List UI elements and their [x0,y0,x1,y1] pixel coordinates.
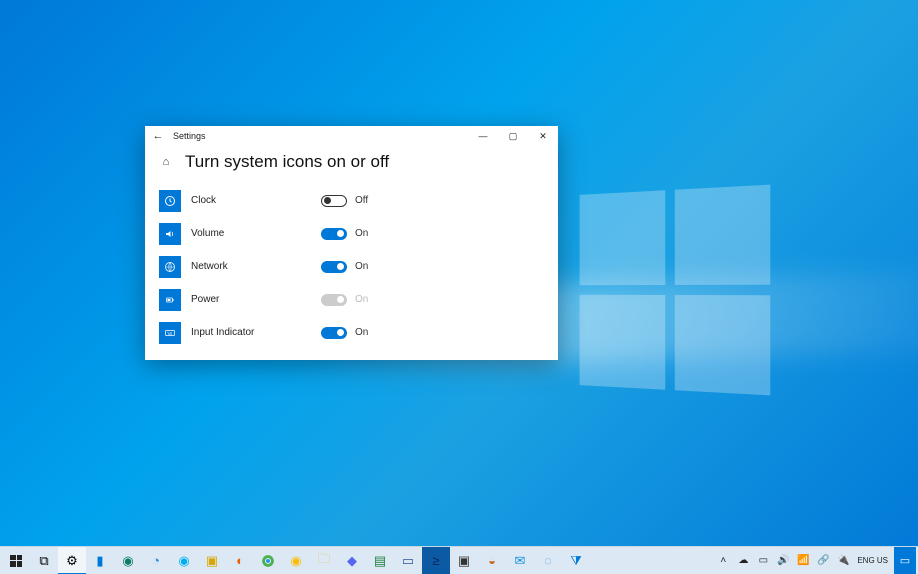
option-label: Power [191,294,321,305]
maximize-button[interactable]: ▢ [498,126,528,146]
option-label: Network [191,261,321,272]
option-label: Clock [191,195,321,206]
toggle-state-text: On [355,294,368,305]
home-icon[interactable]: ⌂ [159,156,173,168]
taskbar-app-taskmgr[interactable]: ▤ [366,547,394,574]
options-list: Clock Off Volume On Network On Power [145,184,558,349]
desktop-windows-logo [580,185,771,396]
toggle-state-text: On [355,228,368,239]
minimize-button[interactable]: — [468,126,498,146]
settings-window: ← Settings — ▢ ✕ ⌂ Turn system icons on … [145,126,558,360]
clock-icon [159,190,181,212]
toggle-state-text: On [355,261,368,272]
taskbar-app-settings[interactable]: ⚙ [58,547,86,574]
taskbar-app-misc2[interactable]: ◌ [534,547,562,574]
tray-meet-icon[interactable]: ▭ [753,547,773,574]
window-titlebar: ← Settings — ▢ ✕ [145,126,558,146]
tray-chevron-up-icon[interactable]: ˄ [713,547,733,574]
option-row-power: Power On [159,283,544,316]
window-title: Settings [171,131,468,141]
toggle-network[interactable] [321,261,347,273]
tray-volume-icon[interactable]: 🔊 [773,547,793,574]
tray-power-icon[interactable]: 🔌 [833,547,853,574]
page-title: Turn system icons on or off [185,152,389,172]
tray-network-icon[interactable]: 📶 [793,547,813,574]
option-row-clock: Clock Off [159,184,544,217]
close-button[interactable]: ✕ [528,126,558,146]
tray-link-icon[interactable]: 🔗 [813,547,833,574]
action-center-button[interactable]: ▭ [894,547,916,574]
volume-icon [159,223,181,245]
toggle-state-text: Off [355,195,368,206]
toggle-clock[interactable] [321,195,347,207]
toggle-volume[interactable] [321,228,347,240]
page-heading-row: ⌂ Turn system icons on or off [145,146,558,184]
toggle-state-text: On [355,327,368,338]
toggle-power [321,294,347,306]
network-icon [159,256,181,278]
taskbar: ⧉ ⚙ ▮ ◉ ◔ ◉ ▣ ◐ ◉ 🗀 ◆ ▤ ▭ ≥ ▣ ◒ ✉ ◌ ⧩ ˄ … [0,546,918,574]
taskbar-app-terminal[interactable]: ▣ [450,547,478,574]
option-row-input-indicator: Input Indicator On [159,316,544,349]
taskbar-app-canary[interactable]: ◉ [282,547,310,574]
power-icon [159,289,181,311]
taskbar-app-explorer[interactable]: 🗀 [310,547,338,574]
toggle-input-indicator[interactable] [321,327,347,339]
option-row-network: Network On [159,250,544,283]
taskbar-app-discord[interactable]: ◆ [338,547,366,574]
start-button[interactable] [2,547,30,574]
taskbar-app-powershell[interactable]: ≥ [422,547,450,574]
system-tray: ˄ ☁ ▭ 🔊 📶 🔗 🔌 ENG US ▭ [713,547,916,574]
taskbar-app-misc1[interactable]: ◒ [478,547,506,574]
taskbar-app-teams[interactable]: ◔ [142,547,170,574]
taskbar-app-sandbox[interactable]: ▣ [198,547,226,574]
taskbar-app-skype[interactable]: ◉ [170,547,198,574]
taskbar-app-firefox[interactable]: ◐ [226,547,254,574]
keyboard-icon [159,322,181,344]
task-view-button[interactable]: ⧉ [30,547,58,574]
taskbar-app-word[interactable]: ▭ [394,547,422,574]
option-label: Volume [191,228,321,239]
taskbar-app-notepad[interactable]: ▮ [86,547,114,574]
taskbar-app-edge[interactable]: ◉ [114,547,142,574]
tray-onedrive-icon[interactable]: ☁ [733,547,753,574]
option-row-volume: Volume On [159,217,544,250]
back-button[interactable]: ← [145,130,171,142]
taskbar-app-mail[interactable]: ✉ [506,547,534,574]
tray-language-indicator[interactable]: ENG US [853,556,892,565]
option-label: Input Indicator [191,327,321,338]
taskbar-app-vscode[interactable]: ⧩ [562,547,590,574]
taskbar-app-chrome[interactable] [254,547,282,574]
